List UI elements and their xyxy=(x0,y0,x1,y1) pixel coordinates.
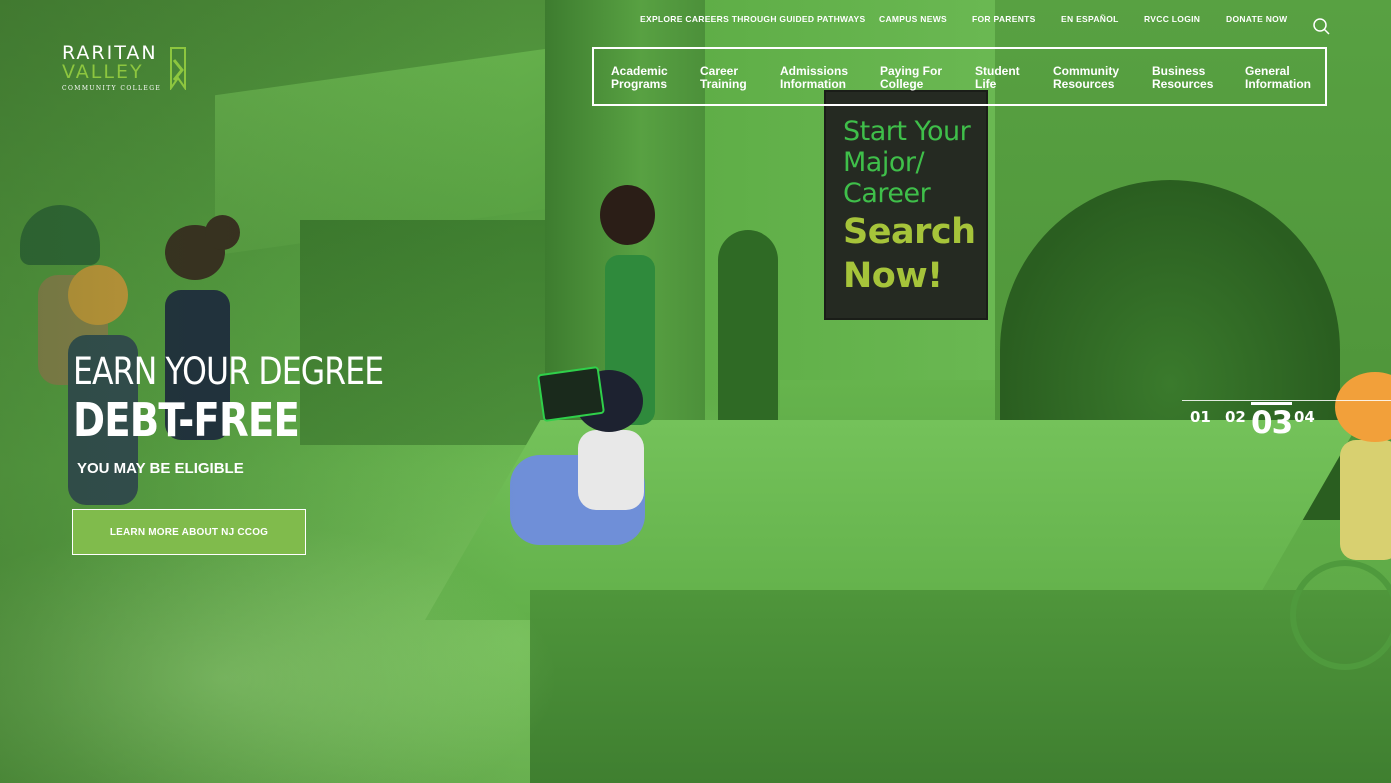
tablet-device xyxy=(536,365,606,423)
logo-mark-icon xyxy=(170,47,186,90)
nav-paying-for-college[interactable]: Paying For College xyxy=(880,65,942,91)
utility-link-campus-news[interactable]: CAMPUS NEWS xyxy=(879,14,947,24)
utility-link-guided-pathways[interactable]: EXPLORE CAREERS THROUGH GUIDED PATHWAYS xyxy=(640,14,865,24)
search-icon[interactable] xyxy=(1312,17,1330,35)
sign-text: Start Your xyxy=(843,116,971,147)
site-logo[interactable]: RARITAN VALLEY COMMUNITY COLLEGE xyxy=(62,44,192,94)
hero-heading-emphasis: DEBT-FREE xyxy=(73,393,300,447)
utility-link-espanol[interactable]: EN ESPAÑOL xyxy=(1061,14,1119,24)
slider-page-3-active[interactable]: 03 xyxy=(1251,402,1293,441)
slider-page-4[interactable]: 04 xyxy=(1294,408,1315,426)
sign-text: Career xyxy=(843,178,931,209)
nav-community-resources[interactable]: Community Resources xyxy=(1053,65,1119,91)
sign-text: Now! xyxy=(843,256,943,296)
hero-subheading: YOU MAY BE ELIGIBLE xyxy=(77,460,244,477)
wheelchair-student-figure xyxy=(1340,440,1391,560)
learn-more-button[interactable]: LEARN MORE ABOUT NJ CCOG xyxy=(72,509,306,555)
nav-admissions-information[interactable]: Admissions Information xyxy=(780,65,848,91)
slider-page-2[interactable]: 02 xyxy=(1225,408,1246,426)
sign-text: Major/ xyxy=(843,147,925,178)
utility-link-rvcc-login[interactable]: RVCC LOGIN xyxy=(1144,14,1200,24)
nav-student-life[interactable]: Student Life xyxy=(975,65,1020,91)
nav-business-resources[interactable]: Business Resources xyxy=(1152,65,1213,91)
hero-heading: EARN YOUR DEGREE xyxy=(73,350,384,393)
seated-student-figure xyxy=(578,430,644,510)
sign-text: Search xyxy=(843,212,976,252)
wheelchair-wheel xyxy=(1290,560,1391,670)
main-nav: Academic Programs Career Training Admiss… xyxy=(592,47,1327,106)
graduate-figure xyxy=(600,185,655,245)
slider-progress-line xyxy=(1182,400,1391,401)
nav-career-training[interactable]: Career Training xyxy=(700,65,747,91)
nav-academic-programs[interactable]: Academic Programs xyxy=(611,65,668,91)
utility-link-donate-now[interactable]: DONATE NOW xyxy=(1226,14,1287,24)
slider-page-1[interactable]: 01 xyxy=(1190,408,1211,426)
nav-general-information[interactable]: General Information xyxy=(1245,65,1311,91)
utility-link-for-parents[interactable]: FOR PARENTS xyxy=(972,14,1036,24)
scene-arch xyxy=(718,230,778,430)
scene-block xyxy=(530,590,1391,783)
campus-sign: Start Your Major/ Career Search Now! xyxy=(826,92,986,318)
